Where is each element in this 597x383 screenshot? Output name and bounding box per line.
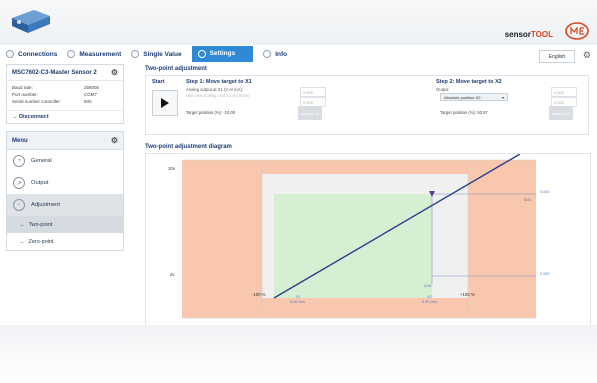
step1-target-position: Target position (%): -10.00 [186, 110, 236, 115]
play-icon [161, 98, 169, 108]
tab-measurement[interactable]: Measurement [67, 47, 121, 61]
left-sidebar: MSC7602-C3-Master Sensor 2 ⚙ Baud rate: 2… [6, 64, 124, 258]
sensor-device-icon [12, 10, 50, 33]
menu-item-output[interactable]: ↗ Output [7, 172, 123, 194]
menu-subitem-zero-point[interactable]: → Zero-point [7, 233, 123, 250]
main-content: Two-point adjustment Start Step 1: Move … [145, 66, 591, 325]
tab-info-icon [263, 50, 272, 58]
tab-info[interactable]: Info [263, 47, 287, 61]
section-title: Two-point adjustment [145, 66, 207, 72]
tab-measurement-icon [67, 50, 76, 58]
reflection-fade [0, 325, 597, 383]
menu-subitem-two-point[interactable]: → Two-point [7, 216, 123, 233]
chevron-down-icon: ▾ [501, 94, 504, 100]
disconnect-button[interactable]: → Disconnect [7, 110, 123, 123]
step2-target-position: Target position (%): 93.97 [440, 110, 488, 115]
green-range [274, 194, 432, 298]
app-window: sensorTOOL English ⚙ Connections Measure… [0, 0, 597, 325]
adjustment-diagram: 10v 2v -100 % +100 % X1 0.00 mm X2 0.00 … [145, 153, 591, 325]
start-label: Start [152, 79, 165, 85]
main-tabs: Connections Measurement Single Value Set… [6, 45, 297, 62]
tab-connections-icon [6, 50, 14, 58]
adjustment-box: Start Step 1: Move target to X1 Analog o… [145, 75, 589, 135]
micro-epsilon-logo [565, 22, 589, 40]
adjustment-icon: ◦ [13, 199, 25, 211]
arrow-right-icon: → [12, 114, 20, 120]
brand-text: sensorTOOL [504, 30, 553, 39]
accept-x1-button[interactable]: Accept X1 [298, 106, 322, 120]
point-value: 4.00 [424, 284, 432, 288]
step2-title: Step 2: Move target to X2 [436, 79, 502, 85]
diagram-canvas [182, 154, 536, 319]
x1-label: X1 [296, 295, 301, 299]
right-bottom-label: 2.000 [540, 272, 550, 276]
tab-connections[interactable]: Connections [6, 47, 57, 61]
right-top-label-2: 8.00 [524, 198, 532, 202]
language-select[interactable]: English [539, 50, 575, 63]
general-icon: ◔ [13, 155, 25, 167]
info-row: Serial number controller: 900 [12, 99, 92, 104]
y-top-label: 10v [168, 166, 175, 171]
output-select[interactable]: Absolute position X2 ▾ [440, 93, 508, 101]
step1-input-1[interactable]: 0.000 [300, 87, 326, 97]
tab-single-value[interactable]: Single Value [131, 47, 182, 61]
x-right-label: +100 % [460, 292, 475, 297]
tab-single-value-icon [131, 50, 140, 58]
info-row: Port number: COM7 [12, 92, 98, 97]
device-title: MSC7602-C3-Master Sensor 2 [12, 69, 97, 76]
device-info: Baud rate: 256000 Port number: COM7 Serial… [7, 81, 123, 107]
menu-item-adjustment[interactable]: ◦ Adjustment [7, 194, 123, 216]
tab-settings-icon [197, 49, 206, 58]
step1-title: Step 1: Move target to X1 [186, 79, 252, 85]
x2-value: 0.00 mm [422, 300, 437, 304]
x2-label: X2 [427, 295, 432, 299]
diagram-title: Two-point adjustment diagram [145, 144, 232, 150]
arrow-right-icon: → [19, 238, 25, 245]
menu-panel: Menu ⚙ ◔ General ↗ Output ◦ Adjustment →… [6, 131, 124, 251]
start-button[interactable] [152, 90, 178, 116]
x1-value: 0.00 mm [290, 300, 305, 304]
info-row: Baud rate: 256000 [12, 85, 100, 90]
device-settings-gear-icon[interactable]: ⚙ [111, 68, 118, 77]
arrow-right-icon: → [19, 221, 25, 228]
menu-title: Menu [12, 137, 28, 144]
right-top-label: 0.000 [540, 190, 550, 194]
tab-settings[interactable]: Settings [191, 45, 254, 62]
y-bottom-label: 2v [170, 272, 175, 277]
output-icon: ↗ [13, 177, 25, 189]
settings-gear-icon[interactable]: ⚙ [583, 50, 591, 61]
step2-input-1[interactable]: 0.000 [551, 87, 577, 97]
menu-item-general[interactable]: ◔ General [7, 150, 123, 172]
x-left-label: -100 % [252, 292, 266, 297]
accept-x2-button[interactable]: Accept X2 [549, 106, 573, 120]
device-panel: MSC7602-C3-Master Sensor 2 ⚙ Baud rate: 2… [6, 64, 124, 124]
menu-gear-icon[interactable]: ⚙ [111, 136, 118, 145]
